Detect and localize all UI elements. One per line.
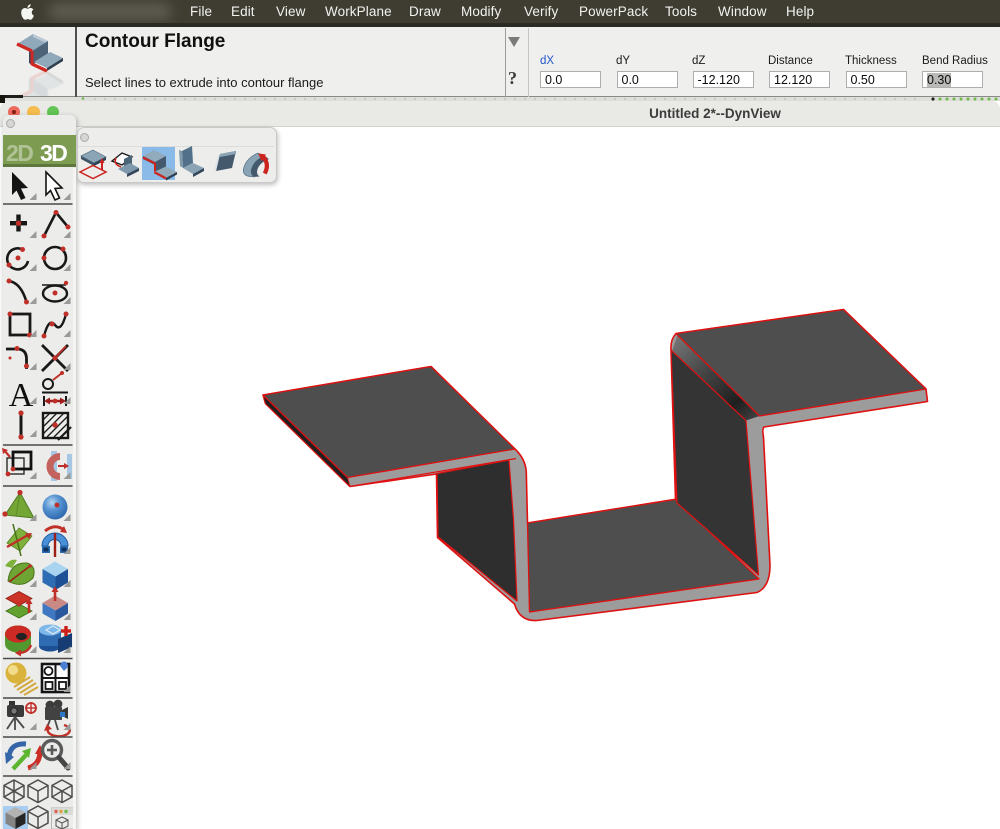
svg-text:A: A [9,377,34,414]
